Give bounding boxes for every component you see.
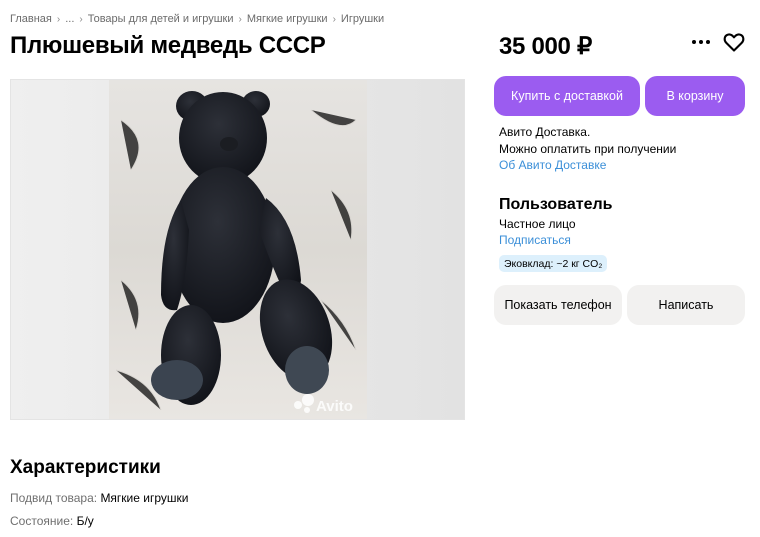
breadcrumb-item-toys[interactable]: Игрушки xyxy=(341,13,384,25)
breadcrumb-item-kids-goods[interactable]: Товары для детей и игрушки xyxy=(88,13,234,25)
delivery-info: Авито Доставка. Можно оплатить при получ… xyxy=(499,124,676,174)
heart-outline-icon xyxy=(723,33,745,52)
breadcrumb: Главная › ... › Товары для детей и игруш… xyxy=(10,13,384,25)
delivery-line-2: Можно оплатить при получении xyxy=(499,141,677,156)
product-photo[interactable]: Avito xyxy=(10,79,465,420)
characteristic-key: Состояние: xyxy=(10,514,74,528)
page-title: Плюшевый медведь СССР xyxy=(10,32,326,59)
characteristic-row: Подвид товара: Мягкие игрушки xyxy=(10,491,188,505)
delivery-info-link[interactable]: Об Авито Доставке xyxy=(499,157,676,174)
delivery-line-1: Авито Доставка. xyxy=(499,125,591,139)
seller-type: Частное лицо xyxy=(499,217,576,231)
more-dot xyxy=(699,40,703,44)
chevron-right-icon: › xyxy=(56,13,61,25)
write-message-button[interactable]: Написать xyxy=(627,285,745,325)
favorite-button[interactable] xyxy=(722,30,746,54)
price: 35 000 ₽ xyxy=(499,33,592,60)
avito-watermark: Avito xyxy=(316,398,353,415)
breadcrumb-item-ellipsis[interactable]: ... xyxy=(65,13,74,25)
breadcrumb-item-soft-toys[interactable]: Мягкие игрушки xyxy=(247,13,328,25)
chevron-right-icon: › xyxy=(238,13,242,25)
characteristic-value[interactable]: Мягкие игрушки xyxy=(100,491,188,505)
more-button[interactable] xyxy=(689,30,713,54)
characteristic-key: Подвид товара: xyxy=(10,491,98,505)
eco-contribution-badge[interactable]: Эковклад: ~2 кг CO₂ xyxy=(499,255,608,272)
characteristics-title: Характеристики xyxy=(10,457,161,478)
subscribe-link[interactable]: Подписаться xyxy=(499,233,571,247)
chevron-right-icon: › xyxy=(79,13,83,25)
chevron-right-icon: › xyxy=(332,13,336,25)
more-dot xyxy=(706,40,710,44)
breadcrumb-item-home[interactable]: Главная xyxy=(10,13,52,25)
characteristic-value: Б/у xyxy=(76,514,94,528)
buy-with-delivery-button[interactable]: Купить с доставкой xyxy=(494,76,640,116)
more-horizontal-icon xyxy=(692,40,696,44)
characteristic-row: Состояние: Б/у xyxy=(10,514,94,528)
teddy-bear-photo: Avito xyxy=(11,80,464,419)
add-to-cart-button[interactable]: В корзину xyxy=(645,76,745,116)
show-phone-button[interactable]: Показать телефон xyxy=(494,285,622,325)
seller-name[interactable]: Пользователь xyxy=(499,196,612,214)
